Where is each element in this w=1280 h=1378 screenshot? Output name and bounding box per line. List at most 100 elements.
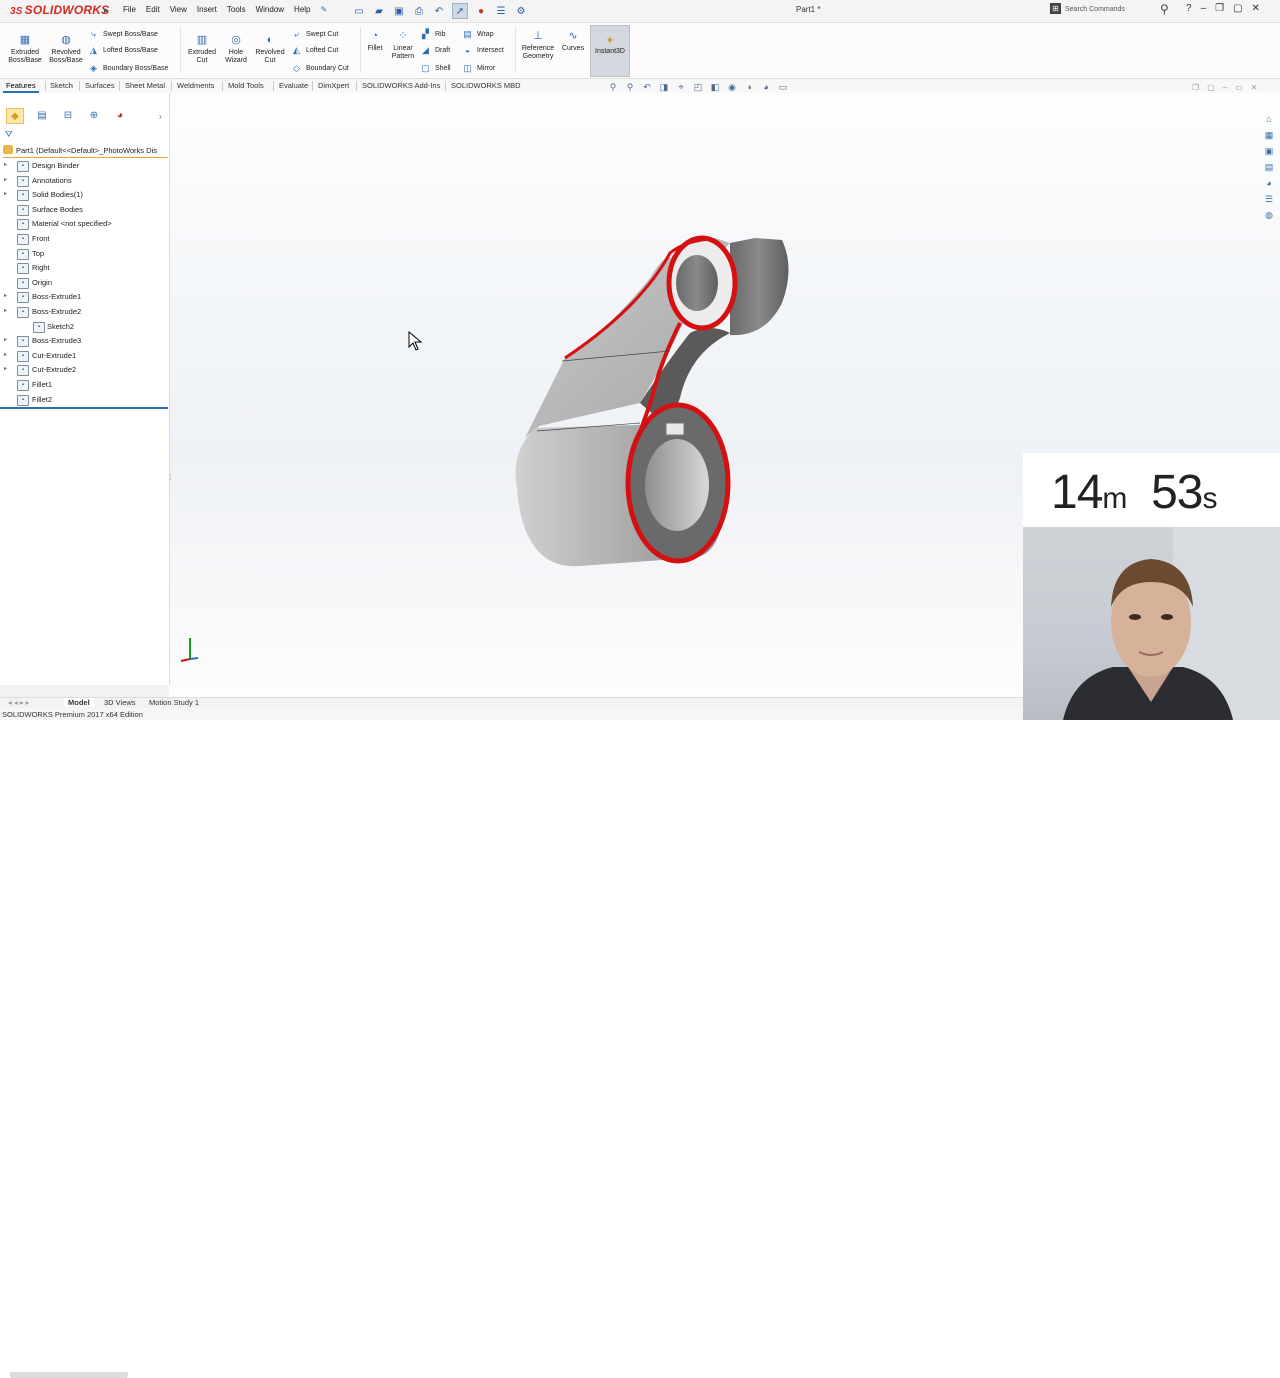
solidworks-forum-icon[interactable]: ◍ [1262, 208, 1276, 222]
feature-manager-tree-icon[interactable]: ◆ [6, 108, 24, 124]
search-icon[interactable]: ⚲ [1160, 2, 1169, 16]
tab-solidworks-addins[interactable]: SOLIDWORKS Add-Ins [359, 81, 443, 90]
tree-node[interactable]: ▪ Sketch2 [0, 320, 168, 335]
select-pointer-icon[interactable]: ➚ [452, 3, 468, 19]
swept-cut-button[interactable]: ⤶ Swept Cut [291, 29, 338, 40]
expand-arrow-icon[interactable]: ▸ [4, 292, 7, 299]
solidworks-logo[interactable]: 3S SOLIDWORKS [10, 3, 109, 17]
tree-node[interactable]: ▸ ▪ Annotations [0, 174, 168, 189]
search-input[interactable]: Search Commands [1065, 6, 1125, 13]
resources-icon[interactable]: ▦ [1262, 128, 1276, 142]
instant3d-button[interactable]: ✦ Instant3D [590, 25, 630, 77]
file-explorer-icon[interactable]: ▤ [1262, 160, 1276, 174]
tab-mold-tools[interactable]: Mold Tools [225, 81, 267, 90]
horizontal-scrollbar[interactable] [10, 1372, 128, 1378]
restore-icon[interactable]: ❐ [1215, 3, 1224, 14]
rebuild-icon[interactable]: ● [474, 4, 488, 18]
help-icon[interactable]: ? [1186, 3, 1192, 14]
lofted-boss-button[interactable]: ◮ Lofted Boss/Base [88, 45, 158, 56]
tree-node[interactable]: ▸ ▪ Boss-Extrude1 [0, 290, 168, 305]
file-properties-icon[interactable]: ☰ [494, 4, 508, 18]
tree-node[interactable]: ▸ ▪ Boss-Extrude2 [0, 305, 168, 320]
close-icon[interactable]: ✕ [1252, 3, 1260, 14]
tree-node[interactable]: ▪ Top [0, 247, 168, 262]
view-orientation-icon[interactable]: ◰ [692, 81, 704, 93]
tree-node[interactable]: ▸ ▪ Solid Bodies(1) [0, 188, 168, 203]
menu-file[interactable]: File [118, 5, 141, 14]
save-icon[interactable]: ▣ [392, 4, 406, 18]
linear-pattern-button[interactable]: ⁘ Linear Pattern [388, 29, 418, 61]
tree-node[interactable]: ▪ Surface Bodies [0, 203, 168, 218]
new-document-icon[interactable]: ▭ [352, 4, 366, 18]
expand-arrow-icon[interactable]: ▸ [4, 176, 7, 183]
tree-node[interactable]: ▸ ▪ Cut-Extrude2 [0, 363, 168, 378]
swept-boss-button[interactable]: ⤷ Swept Boss/Base [88, 29, 158, 40]
pin-icon[interactable]: ✎ [316, 5, 333, 14]
expand-arrow-icon[interactable]: ▸ [4, 365, 7, 372]
tab-model[interactable]: Model [64, 698, 94, 707]
tree-node[interactable]: ▪ Material <not specified> [0, 217, 168, 232]
home-icon[interactable]: ⌂ [1262, 112, 1276, 126]
tab-weldments[interactable]: Weldments [174, 81, 217, 90]
options-gear-icon[interactable]: ⚙ [514, 4, 528, 18]
undo-icon[interactable]: ↶ [432, 4, 446, 18]
tab-motion-study-1[interactable]: Motion Study 1 [145, 698, 203, 707]
dynamic-annotation-icon[interactable]: ⌖ [675, 81, 687, 93]
expand-arrow-icon[interactable]: ▸ [4, 307, 7, 314]
panel-splitter-handle[interactable]: ⁞ [169, 473, 171, 482]
design-library-icon[interactable]: ▣ [1262, 144, 1276, 158]
print-icon[interactable]: ⎙ [412, 4, 426, 18]
chevron-right-icon[interactable]: › [159, 112, 162, 121]
tree-node[interactable]: ▸ ▪ Design Binder [0, 159, 168, 174]
zoom-to-fit-icon[interactable]: ⚲ [607, 81, 619, 93]
maximize-icon[interactable]: ▢ [1233, 3, 1242, 14]
tab-dimxpert[interactable]: DimXpert [315, 81, 352, 90]
view-settings-icon[interactable]: ▭ [777, 81, 789, 93]
reference-geometry-button[interactable]: ⊥ Reference Geometry [518, 29, 558, 61]
fillet-button[interactable]: ◔ Fillet [364, 29, 386, 53]
tab-evaluate[interactable]: Evaluate [276, 81, 311, 90]
section-view-icon[interactable]: ◨ [658, 81, 670, 93]
chevron-right-icon[interactable]: ▸ [104, 5, 109, 16]
tab-sheet-metal[interactable]: Sheet Metal [122, 81, 168, 90]
expand-arrow-icon[interactable]: ▸ [4, 336, 7, 343]
display-manager-icon[interactable]: ◕ [112, 108, 128, 122]
tree-node[interactable]: ▪ Front [0, 232, 168, 247]
custom-properties-icon[interactable]: ☰ [1262, 192, 1276, 206]
configuration-manager-icon[interactable]: ⊟ [60, 108, 76, 122]
revolved-boss-button[interactable]: ◍ Revolved Boss/Base [47, 33, 85, 65]
viewport-restore-icon[interactable]: ❐ [1192, 83, 1199, 92]
tab-scroll-arrows-icon[interactable]: ◂ ◂ ▸ ▸ [4, 698, 33, 707]
curves-button[interactable]: ∿ Curves [560, 29, 586, 53]
open-folder-icon[interactable]: ▰ [372, 4, 386, 18]
draft-button[interactable]: ◢ Draft [420, 45, 450, 56]
tree-root-part[interactable]: Part1 (Default<<Default>_PhotoWorks Dis [3, 145, 168, 158]
boundary-boss-button[interactable]: ◈ Boundary Boss/Base [88, 63, 168, 74]
extruded-boss-button[interactable]: ▦ Extruded Boss/Base [5, 33, 45, 65]
apply-scene-icon[interactable]: ◕ [760, 81, 772, 93]
tab-sketch[interactable]: Sketch [47, 81, 76, 90]
viewport-tile-icon[interactable]: ▢ [1207, 83, 1215, 92]
tree-node[interactable]: ▪ Right [0, 261, 168, 276]
menu-insert[interactable]: Insert [192, 5, 222, 14]
lofted-cut-button[interactable]: ◭ Lofted Cut [291, 45, 338, 56]
tree-node[interactable]: ▪ Origin [0, 276, 168, 291]
wrap-button[interactable]: ▤ Wrap [462, 29, 493, 40]
tab-surfaces[interactable]: Surfaces [82, 81, 118, 90]
tab-3d-views[interactable]: 3D Views [100, 698, 140, 707]
extruded-cut-button[interactable]: ▥ Extruded Cut [184, 33, 220, 65]
tree-node[interactable]: ▪ Fillet1 [0, 378, 168, 393]
expand-arrow-icon[interactable]: ▸ [4, 161, 7, 168]
rib-button[interactable]: ▞ Rib [420, 29, 445, 40]
tab-solidworks-mbd[interactable]: SOLIDWORKS MBD [448, 81, 524, 90]
menu-tools[interactable]: Tools [222, 5, 251, 14]
tab-features[interactable]: Features [3, 81, 39, 93]
display-style-icon[interactable]: ◧ [709, 81, 721, 93]
expand-arrow-icon[interactable]: ▸ [4, 351, 7, 358]
tree-node[interactable]: ▸ ▪ Cut-Extrude1 [0, 349, 168, 364]
viewport-maximize-icon[interactable]: ▭ [1235, 83, 1243, 92]
dimxpert-manager-icon[interactable]: ⊕ [86, 108, 102, 122]
zoom-to-area-icon[interactable]: ⚲ [624, 81, 636, 93]
shell-button[interactable]: ▢ Shell [420, 63, 450, 74]
viewport-minimize-icon[interactable]: – [1223, 83, 1227, 92]
